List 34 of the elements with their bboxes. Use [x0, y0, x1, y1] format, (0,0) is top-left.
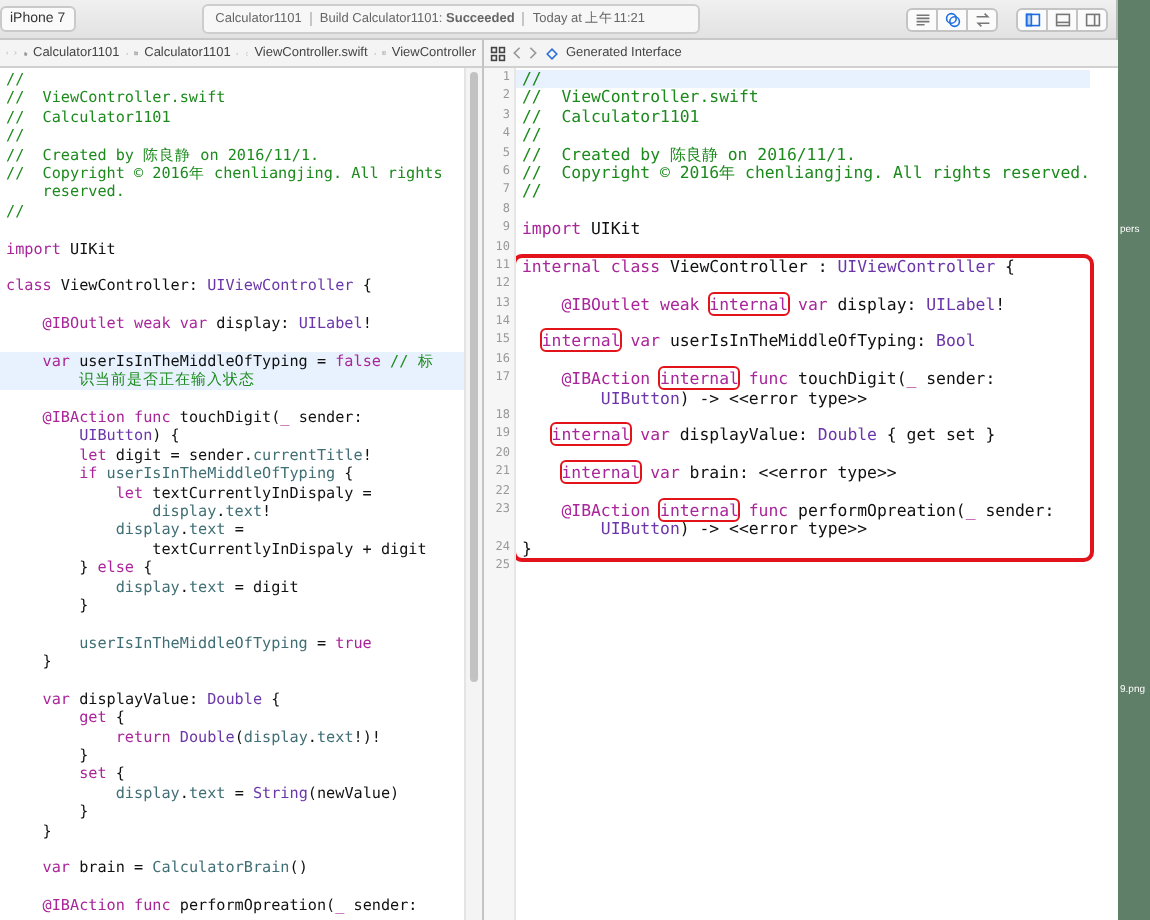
editor-mode-button[interactable] [936, 7, 968, 31]
code-line: // [520, 182, 544, 202]
link-icon [544, 45, 560, 61]
code-line: internal var userIsInTheMiddleOfTyping: Bool [539, 332, 978, 352]
editor-mode-button[interactable] [906, 7, 938, 31]
linked-circles-icon [943, 11, 961, 27]
code-line: @IBOutlet weak internal var display: UILabel! [559, 295, 1008, 315]
forward-icon [528, 46, 538, 60]
code-line: UIButton) -> <<error type>> [600, 520, 868, 540]
code-line: @IBAction internal func touchDigit(_ sender: [559, 370, 998, 390]
arrows-icon [973, 11, 991, 27]
code-line: // Created by 陈良静 on 2016/11/1. [520, 145, 858, 164]
bottom-panel-icon [1053, 11, 1071, 27]
code-line: internal var brain: <<error type>> [559, 464, 899, 484]
scrollbar[interactable] [464, 68, 482, 920]
panel-toggle-button[interactable] [1076, 7, 1108, 31]
code-line: internal class ViewController : UIViewController { [520, 257, 1017, 277]
code-line: import UIKit [520, 220, 643, 240]
grid-icon [490, 45, 506, 61]
code-line: @IBAction internal func performOpreation(_ sender: [559, 501, 1057, 521]
panel-toggle-button[interactable] [1046, 7, 1078, 31]
lines-icon [913, 11, 931, 27]
code-line: } [520, 539, 534, 559]
code-line: // [520, 126, 544, 146]
panel-toggle-button[interactable] [1016, 7, 1048, 31]
code-line: UIButton) -> <<error type>> [598, 389, 868, 409]
editor-mode-button[interactable] [966, 7, 998, 31]
code-line: internal var displayValue: Double { get set } [549, 426, 998, 446]
right-panel-icon [1083, 11, 1101, 27]
left-panel-icon [1023, 11, 1041, 27]
code-line: // Copyright © 2016年 chenliangjing. All rights reserved. [520, 163, 1091, 183]
back-icon [512, 46, 522, 60]
code-line: // Calculator1101 [520, 107, 702, 127]
code-line: // ViewController.swift [520, 88, 761, 108]
